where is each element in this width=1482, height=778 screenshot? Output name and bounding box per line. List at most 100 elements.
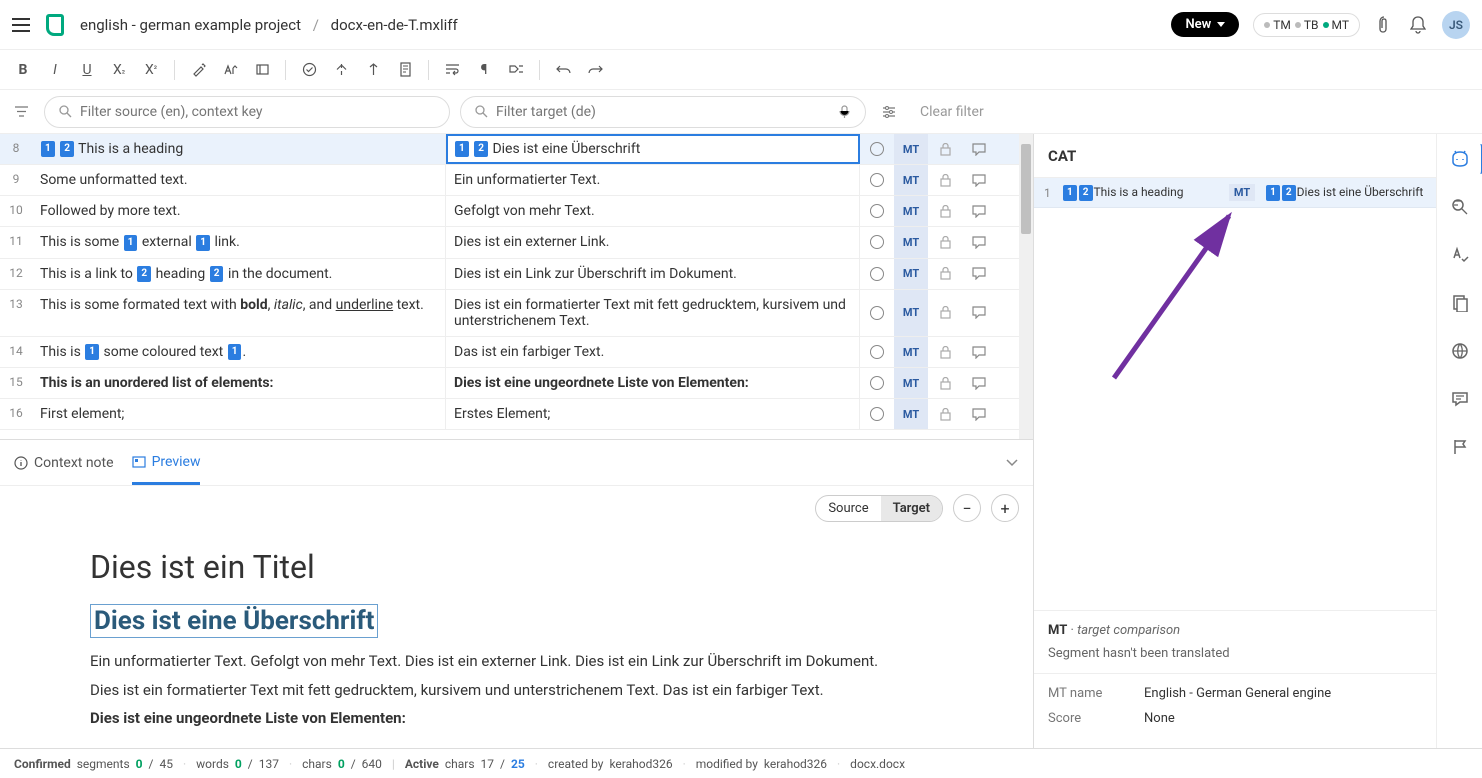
- rail-flag-icon[interactable]: [1445, 432, 1475, 462]
- rail-search-icon[interactable]: [1445, 192, 1475, 222]
- tab-context-note[interactable]: Context note: [14, 443, 114, 483]
- comment-icon[interactable]: [962, 196, 996, 226]
- segment-row[interactable]: 15 This is an unordered list of elements…: [0, 368, 1033, 399]
- target-cell[interactable]: Dies ist ein formatierter Text mit fett …: [446, 290, 860, 336]
- source-cell[interactable]: Some unformatted text.: [32, 165, 446, 195]
- comment-icon[interactable]: [962, 259, 996, 289]
- comment-icon[interactable]: [962, 165, 996, 195]
- redo-icon[interactable]: [580, 55, 610, 85]
- logo[interactable]: [46, 14, 64, 36]
- resource-status[interactable]: TM TB MT: [1253, 13, 1360, 37]
- lock-icon[interactable]: [928, 227, 962, 257]
- source-cell[interactable]: This is some 1 external 1 link.: [32, 227, 446, 257]
- segment-row[interactable]: 13 This is some formated text with bold,…: [0, 290, 1033, 337]
- segment-row[interactable]: 10 Followed by more text. Gefolgt von me…: [0, 196, 1033, 227]
- comment-icon[interactable]: [962, 399, 996, 429]
- clear-format-icon[interactable]: [247, 55, 277, 85]
- segment-row[interactable]: 11 This is some 1 external 1 link. Dies …: [0, 227, 1033, 258]
- lock-icon[interactable]: [928, 134, 962, 164]
- target-cell[interactable]: Ein unformatierter Text.: [446, 165, 860, 195]
- source-cell[interactable]: This is an unordered list of elements:: [32, 368, 446, 398]
- segment-row[interactable]: 9 Some unformatted text. Ein unformatier…: [0, 165, 1033, 196]
- pilcrow-icon[interactable]: ¶: [469, 55, 499, 85]
- target-cell[interactable]: Gefolgt von mehr Text.: [446, 196, 860, 226]
- project-link[interactable]: english - german example project: [80, 16, 301, 34]
- source-cell[interactable]: This is 1 some coloured text 1.: [32, 337, 446, 367]
- source-cell[interactable]: This is a link to 2 heading 2 in the doc…: [32, 259, 446, 289]
- lock-icon[interactable]: [928, 368, 962, 398]
- italic-button[interactable]: I: [40, 55, 70, 85]
- target-cell[interactable]: 1 2 Dies ist eine Überschrift: [446, 134, 860, 164]
- scrollbar[interactable]: [1019, 134, 1033, 439]
- bell-icon[interactable]: [1408, 15, 1428, 35]
- rail-cat-icon[interactable]: [1438, 144, 1482, 174]
- status-circle[interactable]: [860, 290, 894, 336]
- comment-icon[interactable]: [962, 337, 996, 367]
- confirm-icon[interactable]: [294, 55, 324, 85]
- zoom-out-button[interactable]: −: [953, 494, 981, 522]
- target-cell[interactable]: Das ist ein farbiger Text.: [446, 337, 860, 367]
- lock-icon[interactable]: [928, 290, 962, 336]
- comment-icon[interactable]: [962, 290, 996, 336]
- status-circle[interactable]: [860, 337, 894, 367]
- lock-icon[interactable]: [928, 196, 962, 226]
- target-cell[interactable]: Erstes Element;: [446, 399, 860, 429]
- lock-icon[interactable]: [928, 337, 962, 367]
- status-circle[interactable]: [860, 368, 894, 398]
- undo-icon[interactable]: [548, 55, 578, 85]
- toggle-source[interactable]: Source: [816, 496, 880, 521]
- segment-row[interactable]: 16 First element; Erstes Element; MT: [0, 399, 1033, 430]
- bold-button[interactable]: B: [8, 55, 38, 85]
- rail-globe-icon[interactable]: [1445, 336, 1475, 366]
- rail-comment-icon[interactable]: [1445, 384, 1475, 414]
- status-circle[interactable]: [860, 259, 894, 289]
- comment-icon[interactable]: [962, 134, 996, 164]
- filter-target-input[interactable]: [460, 96, 866, 128]
- source-cell[interactable]: This is some formated text with bold, it…: [32, 290, 446, 336]
- split-icon[interactable]: [326, 55, 356, 85]
- settings-icon[interactable]: [876, 104, 902, 120]
- underline-button[interactable]: U: [72, 55, 102, 85]
- source-cell[interactable]: First element;: [32, 399, 446, 429]
- tab-preview[interactable]: Preview: [132, 442, 201, 485]
- lock-icon[interactable]: [928, 399, 962, 429]
- brush-icon[interactable]: [183, 55, 213, 85]
- status-circle[interactable]: [860, 399, 894, 429]
- source-cell[interactable]: Followed by more text.: [32, 196, 446, 226]
- doc-icon[interactable]: [390, 55, 420, 85]
- target-cell[interactable]: Dies ist ein externer Link.: [446, 227, 860, 257]
- toggle-target[interactable]: Target: [881, 496, 942, 521]
- menu-icon[interactable]: [12, 18, 30, 32]
- target-cell[interactable]: Dies ist eine ungeordnete Liste von Elem…: [446, 368, 860, 398]
- target-cell[interactable]: Dies ist ein Link zur Überschrift im Dok…: [446, 259, 860, 289]
- zoom-in-button[interactable]: +: [991, 494, 1019, 522]
- status-circle[interactable]: [860, 196, 894, 226]
- rail-docs-icon[interactable]: [1445, 288, 1475, 318]
- status-circle[interactable]: [860, 165, 894, 195]
- subscript-button[interactable]: X₂: [104, 55, 134, 85]
- filter-source-input[interactable]: [44, 96, 450, 128]
- segment-row[interactable]: 12 This is a link to 2 heading 2 in the …: [0, 259, 1033, 290]
- wrap-icon[interactable]: [437, 55, 467, 85]
- lock-icon[interactable]: [928, 259, 962, 289]
- attachment-icon[interactable]: [1374, 15, 1394, 35]
- tag-icon[interactable]: [501, 55, 531, 85]
- superscript-button[interactable]: X²: [136, 55, 166, 85]
- dictation-icon[interactable]: [838, 105, 851, 118]
- rail-spellcheck-icon[interactable]: [1445, 240, 1475, 270]
- case-icon[interactable]: [215, 55, 245, 85]
- new-button[interactable]: New: [1171, 12, 1239, 37]
- lock-icon[interactable]: [928, 165, 962, 195]
- status-circle[interactable]: [860, 134, 894, 164]
- clear-filter-button[interactable]: Clear filter: [920, 104, 984, 120]
- file-link[interactable]: docx-en-de-T.mxliff: [331, 16, 458, 34]
- segment-row[interactable]: 14 This is 1 some coloured text 1. Das i…: [0, 337, 1033, 368]
- join-icon[interactable]: [358, 55, 388, 85]
- source-target-toggle[interactable]: Source Target: [815, 495, 943, 522]
- comment-icon[interactable]: [962, 227, 996, 257]
- collapse-icon[interactable]: [1005, 458, 1019, 468]
- comment-icon[interactable]: [962, 368, 996, 398]
- avatar[interactable]: JS: [1442, 11, 1470, 39]
- filter-icon[interactable]: [8, 105, 34, 118]
- status-circle[interactable]: [860, 227, 894, 257]
